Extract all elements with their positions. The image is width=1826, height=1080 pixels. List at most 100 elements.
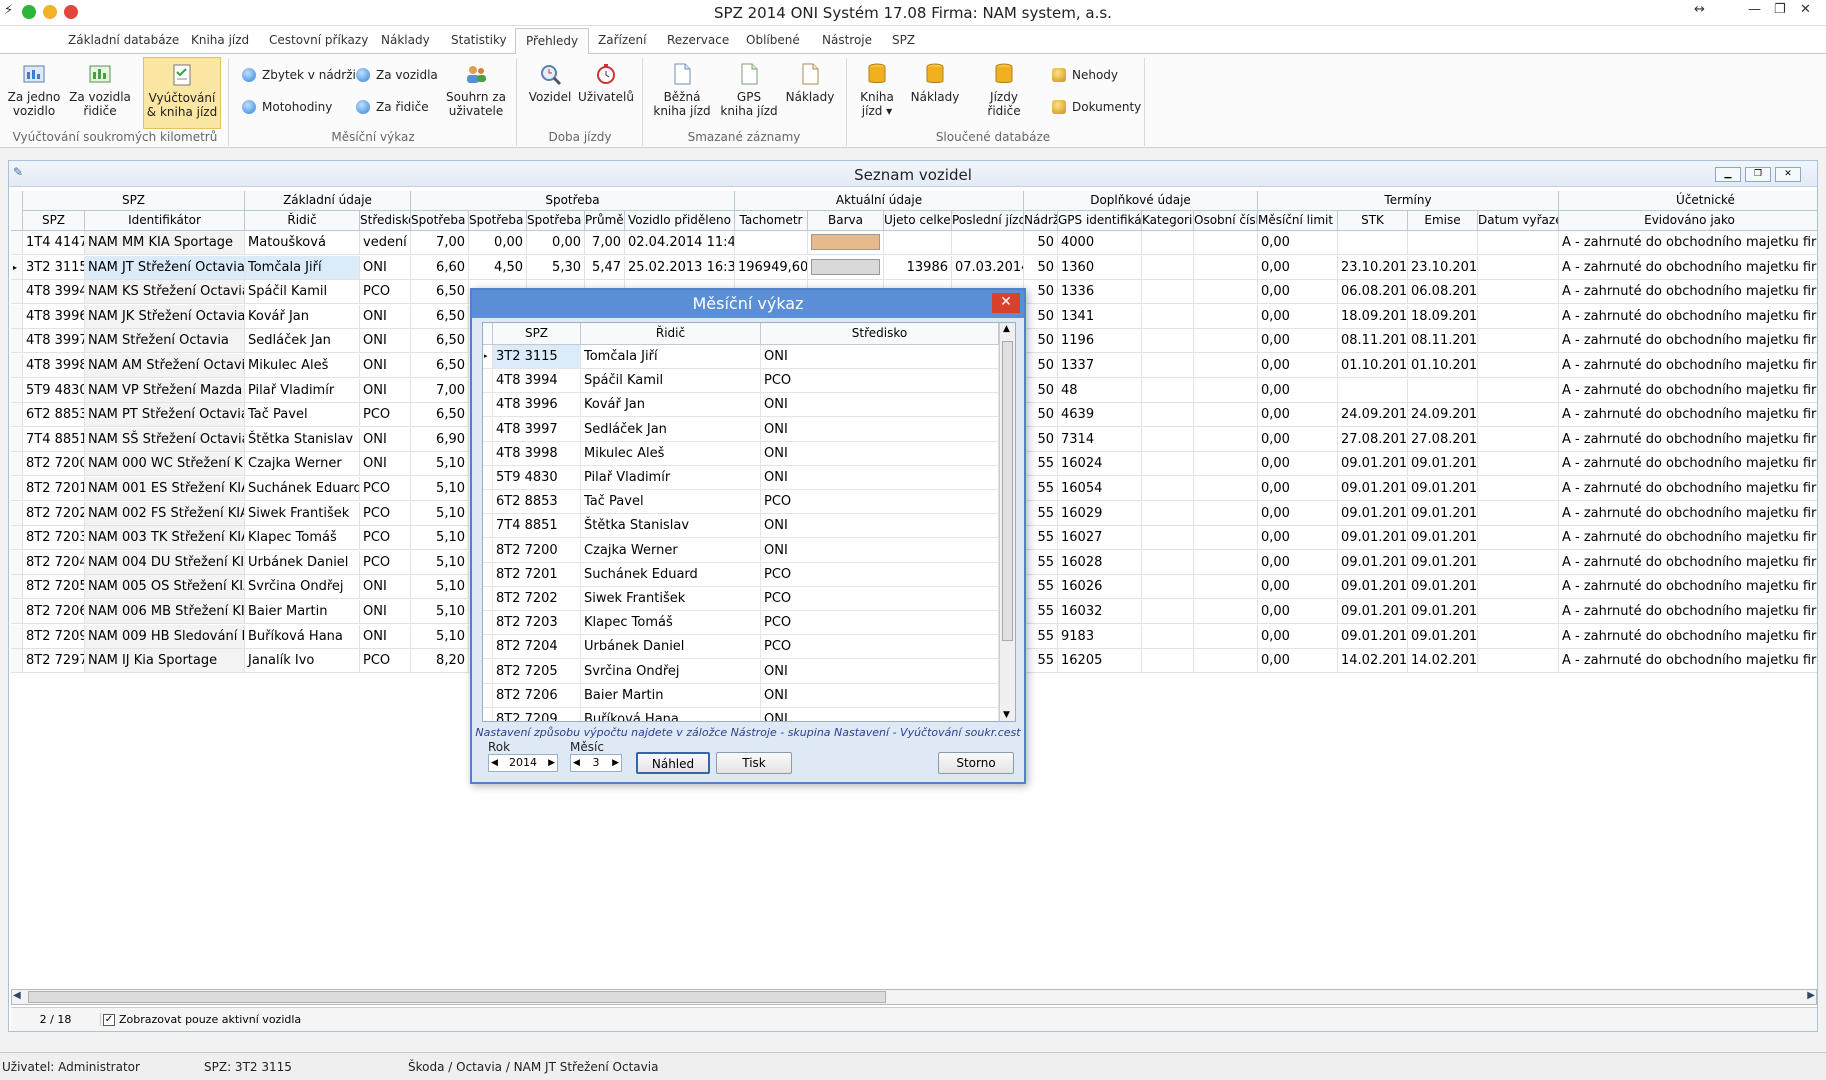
table-cell[interactable]: 27.08.2014: [1408, 427, 1478, 452]
table-cell[interactable]: Suchánek Eduard: [245, 477, 360, 501]
table-cell[interactable]: [1142, 600, 1194, 624]
table-cell[interactable]: 0,00: [1258, 649, 1338, 674]
table-cell[interactable]: 5,10: [411, 550, 469, 575]
dialog-column-header[interactable]: Středisko: [761, 323, 999, 345]
table-cell[interactable]: Buříková Hana: [245, 624, 360, 649]
row-indicator[interactable]: [483, 659, 493, 684]
dialog-table-cell[interactable]: Svrčina Ondřej: [581, 659, 761, 684]
table-cell[interactable]: [1478, 477, 1559, 501]
storno-button[interactable]: Storno: [938, 752, 1014, 774]
table-cell[interactable]: [1194, 427, 1258, 452]
table-cell[interactable]: [1478, 255, 1559, 280]
table-cell[interactable]: 0,00: [1258, 378, 1338, 403]
table-cell[interactable]: 6,90: [411, 427, 469, 452]
table-cell[interactable]: A - zahrnuté do obchodního majetku firmy: [1559, 649, 1817, 674]
table-cell[interactable]: 09.01.2017: [1408, 624, 1478, 649]
dialog-table-cell[interactable]: 8T2 7202: [493, 587, 581, 611]
zbytek-v-nadrzi-button[interactable]: Zbytek v nádrži: [242, 68, 356, 82]
dialog-table-cell[interactable]: Štětka Stanislav: [581, 514, 761, 539]
column-header[interactable]: Kategorie: [1142, 211, 1194, 231]
table-cell[interactable]: 09.01.2017: [1408, 477, 1478, 501]
column-header[interactable]: Datum vyřazení: [1478, 211, 1559, 231]
tab-naklady[interactable]: Náklady: [381, 33, 430, 47]
table-cell[interactable]: [1142, 649, 1194, 674]
table-cell[interactable]: [1194, 280, 1258, 305]
dialog-table-cell[interactable]: ONI: [761, 441, 999, 466]
row-indicator[interactable]: [483, 514, 493, 539]
increment-icon[interactable]: ▶: [548, 755, 555, 771]
table-cell[interactable]: 8T2 7205: [23, 575, 85, 600]
column-header[interactable]: Ujeto celkem: [884, 211, 952, 231]
table-cell[interactable]: NAM VP Střežení Mazda 6: [85, 378, 245, 403]
table-cell[interactable]: 09.01.2017: [1338, 501, 1408, 526]
table-cell[interactable]: 50: [1024, 255, 1058, 280]
table-cell[interactable]: [1478, 600, 1559, 624]
table-cell[interactable]: 55: [1024, 452, 1058, 477]
table-cell[interactable]: 7T4 8851: [23, 427, 85, 452]
table-cell[interactable]: Svrčina Ondřej: [245, 575, 360, 600]
table-cell[interactable]: 4T8 3998: [23, 354, 85, 378]
table-cell[interactable]: 8T2 7297: [23, 649, 85, 674]
table-cell[interactable]: [1142, 378, 1194, 403]
table-cell[interactable]: ONI: [360, 624, 411, 649]
table-cell[interactable]: 55: [1024, 501, 1058, 526]
row-indicator[interactable]: [483, 369, 493, 394]
table-cell[interactable]: A - zahrnuté do obchodního majetku firmy: [1559, 600, 1817, 624]
dialog-table-cell[interactable]: 6T2 8853: [493, 490, 581, 515]
column-header[interactable]: STK: [1338, 211, 1408, 231]
dialog-table-cell[interactable]: ONI: [761, 514, 999, 539]
table-cell[interactable]: Baier Martin: [245, 600, 360, 624]
row-indicator[interactable]: [483, 683, 493, 708]
dialog-table-cell[interactable]: 8T2 7200: [493, 538, 581, 563]
table-cell[interactable]: 6,50: [411, 280, 469, 305]
dialog-column-header[interactable]: Řidič: [581, 323, 761, 345]
window-restore-button[interactable]: ❐: [1745, 167, 1771, 182]
dialog-table-cell[interactable]: 8T2 7205: [493, 659, 581, 684]
resize-icon[interactable]: ↔: [1694, 2, 1705, 17]
table-cell[interactable]: Urbánek Daniel: [245, 550, 360, 575]
table-cell[interactable]: A - zahrnuté do obchodního majetku firmy: [1559, 526, 1817, 551]
row-indicator[interactable]: [11, 231, 23, 255]
table-cell[interactable]: 0,00: [1258, 354, 1338, 378]
table-cell[interactable]: [1478, 354, 1559, 378]
table-cell[interactable]: 13986: [884, 255, 952, 280]
table-cell[interactable]: [1194, 649, 1258, 674]
table-cell[interactable]: NAM JT Střežení Octavia: [85, 255, 245, 280]
table-cell[interactable]: 16028: [1058, 550, 1142, 575]
table-cell[interactable]: 8T2 7206: [23, 600, 85, 624]
table-cell[interactable]: 0,00: [1258, 624, 1338, 649]
table-cell[interactable]: 50: [1024, 403, 1058, 428]
table-cell[interactable]: 23.10.2015: [1408, 255, 1478, 280]
tab-statistiky[interactable]: Statistiky: [451, 33, 507, 47]
table-cell[interactable]: 5,10: [411, 600, 469, 624]
table-cell[interactable]: [1194, 403, 1258, 428]
table-cell[interactable]: Sedláček Jan: [245, 329, 360, 354]
window-close-button[interactable]: ✕: [1775, 167, 1801, 182]
tab-zakladni-databaze[interactable]: Základní databáze: [68, 33, 179, 47]
table-cell[interactable]: [1478, 427, 1559, 452]
table-cell[interactable]: NAM 002 FS Střežení KIA: [85, 501, 245, 526]
row-indicator[interactable]: ▸: [483, 345, 493, 369]
table-cell[interactable]: 50: [1024, 231, 1058, 255]
table-cell[interactable]: [1478, 378, 1559, 403]
table-cell[interactable]: [1142, 403, 1194, 428]
dialog-table-cell[interactable]: ONI: [761, 538, 999, 563]
doba-jizdy-uzivatelu-button[interactable]: Uživatelů: [578, 62, 634, 104]
row-indicator[interactable]: [11, 280, 23, 305]
table-cell[interactable]: ONI: [360, 427, 411, 452]
table-cell[interactable]: 01.10.2015: [1338, 354, 1408, 378]
table-cell[interactable]: [1408, 378, 1478, 403]
close-button[interactable]: ✕: [1800, 2, 1811, 17]
row-indicator[interactable]: [11, 550, 23, 575]
table-cell[interactable]: 01.10.2015: [1408, 354, 1478, 378]
column-header[interactable]: Středisko: [360, 211, 411, 231]
table-cell[interactable]: [1408, 231, 1478, 255]
table-cell[interactable]: 09.01.2017: [1338, 624, 1408, 649]
mesic-stepper[interactable]: ◀ 3 ▶: [570, 754, 622, 772]
table-cell[interactable]: PCO: [360, 501, 411, 526]
table-cell[interactable]: A - zahrnuté do obchodního majetku firmy: [1559, 452, 1817, 477]
table-cell[interactable]: Siwek František: [245, 501, 360, 526]
table-cell[interactable]: NAM Střežení Octavia: [85, 329, 245, 354]
doba-jizdy-vozidel-button[interactable]: Vozidel: [526, 62, 574, 104]
table-cell[interactable]: A - zahrnuté do obchodního majetku firmy: [1559, 403, 1817, 428]
